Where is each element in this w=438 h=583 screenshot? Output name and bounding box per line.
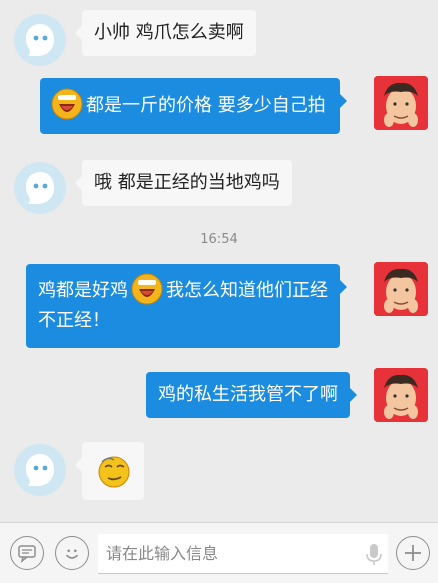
microphone-icon[interactable] bbox=[364, 543, 384, 567]
message-line: 鸡都是好鸡 我怎么知道他们正经 bbox=[38, 273, 328, 306]
laughing-emoji-icon bbox=[131, 273, 163, 305]
emoji-button[interactable] bbox=[55, 536, 89, 570]
user-avatar[interactable] bbox=[374, 76, 428, 130]
user-avatar[interactable] bbox=[374, 262, 428, 316]
cartoon-man-icon bbox=[374, 262, 428, 316]
message-bubble-incoming[interactable]: 小帅 鸡爪怎么卖啊 bbox=[75, 10, 256, 56]
plus-icon bbox=[405, 545, 421, 561]
chat-bubble-button[interactable] bbox=[10, 536, 44, 570]
user-avatar[interactable] bbox=[374, 368, 428, 422]
smug-emoji-icon bbox=[98, 456, 130, 488]
input-bar bbox=[0, 522, 438, 583]
message-bubble-incoming[interactable]: 哦 都是正经的当地鸡吗 bbox=[75, 160, 292, 206]
chat-area[interactable]: 小帅 鸡爪怎么卖啊 都是一斤的价格 要多少自己拍 哦 都是正经的当地鸡吗 16:… bbox=[0, 0, 438, 522]
cartoon-man-icon bbox=[374, 368, 428, 422]
message-bubble-outgoing[interactable]: 鸡都是好鸡 我怎么知道他们正经 不正经！ bbox=[26, 264, 347, 348]
bot-avatar[interactable] bbox=[14, 14, 66, 66]
bot-avatar[interactable] bbox=[14, 444, 66, 496]
message-text: 哦 都是正经的当地鸡吗 bbox=[94, 172, 280, 193]
smiley-icon bbox=[65, 549, 79, 559]
add-button[interactable] bbox=[396, 536, 430, 570]
laughing-emoji-icon bbox=[51, 88, 83, 120]
message-input[interactable] bbox=[98, 534, 388, 574]
ghost-avatar-icon bbox=[26, 172, 54, 204]
message-text: 不正经！ bbox=[38, 310, 110, 331]
message-text: 鸡的私生活我管不了啊 bbox=[158, 384, 338, 405]
message-bubble-outgoing[interactable]: 鸡的私生活我管不了啊 bbox=[146, 372, 357, 418]
message-text: 我怎么知道他们正经 bbox=[166, 280, 328, 301]
timestamp: 16:54 bbox=[200, 232, 238, 247]
ghost-avatar-icon bbox=[26, 24, 54, 56]
bot-avatar[interactable] bbox=[14, 162, 66, 214]
message-text: 鸡都是好鸡 bbox=[38, 280, 128, 301]
message-bubble-outgoing[interactable]: 都是一斤的价格 要多少自己拍 bbox=[40, 78, 347, 134]
ghost-avatar-icon bbox=[26, 454, 54, 486]
message-text: 小帅 鸡爪怎么卖啊 bbox=[94, 22, 244, 43]
message-text: 都是一斤的价格 要多少自己拍 bbox=[86, 95, 326, 116]
cartoon-man-icon bbox=[374, 76, 428, 130]
chat-bubble-icon bbox=[18, 545, 36, 563]
message-bubble-incoming[interactable] bbox=[75, 442, 144, 500]
